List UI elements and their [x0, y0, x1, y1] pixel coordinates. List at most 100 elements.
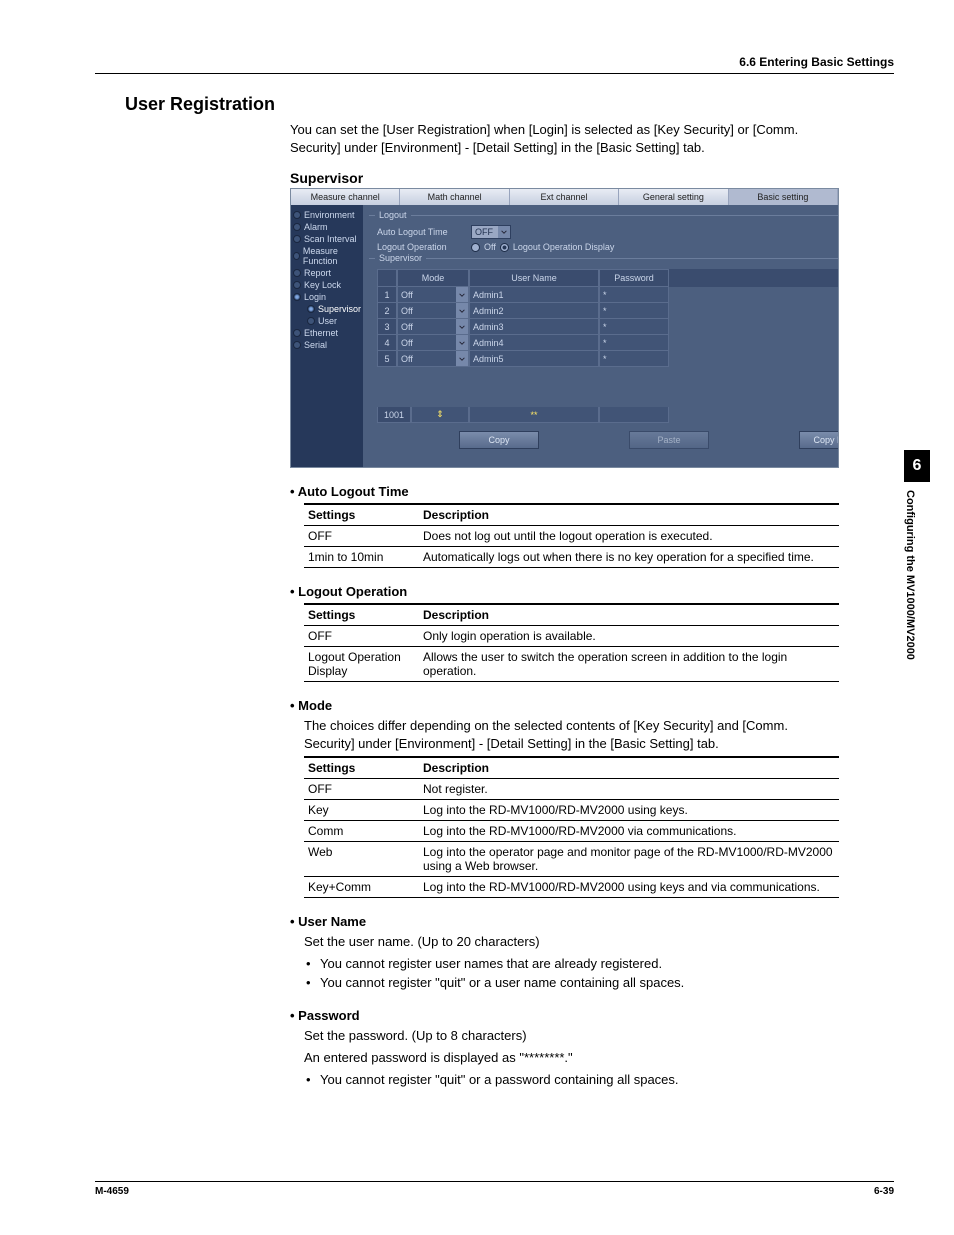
col-pass: Password: [599, 269, 669, 287]
cell: OFF: [304, 526, 419, 547]
header-section: 6.6 Entering Basic Settings: [95, 55, 894, 73]
cell-pass[interactable]: *: [599, 303, 669, 319]
chevron-down-icon: [456, 287, 468, 302]
cell-pass[interactable]: *: [599, 319, 669, 335]
cell-pass[interactable]: *: [599, 335, 669, 351]
arrows-icon[interactable]: ⇕: [411, 407, 469, 423]
radio-icon: [293, 269, 301, 277]
password-para1: Set the password. (Up to 8 characters): [304, 1027, 839, 1045]
cell: OFF: [304, 626, 419, 647]
config-tabs: Measure channelMath channelExt channelGe…: [291, 189, 838, 205]
chapter-name: Configuring the MV1000/MV2000: [904, 482, 916, 782]
th-settings: Settings: [304, 604, 419, 626]
sidebar-item[interactable]: Login: [293, 291, 361, 303]
sidebar-item[interactable]: Measure Function: [293, 245, 361, 267]
cell-mode-select[interactable]: Off: [397, 351, 469, 367]
radio-icon: [293, 281, 301, 289]
logout-op-off-text: Off: [484, 242, 496, 252]
mode-intro: The choices differ depending on the sele…: [304, 717, 839, 752]
config-tab[interactable]: Math channel: [400, 189, 509, 205]
cell-user[interactable]: Admin4: [469, 335, 599, 351]
table-row: 5OffAdmin5*: [377, 351, 839, 367]
cell-mode-select[interactable]: Off: [397, 303, 469, 319]
cell-user[interactable]: Admin2: [469, 303, 599, 319]
config-tab[interactable]: Basic setting: [729, 189, 838, 205]
cell-user[interactable]: Admin1: [469, 287, 599, 303]
config-tab[interactable]: General setting: [619, 189, 728, 205]
logout-op-radio-off[interactable]: [471, 243, 480, 252]
copy-details-button[interactable]: Copy Details: [799, 431, 839, 449]
cell-mode-select[interactable]: Off: [397, 319, 469, 335]
sidebar-item[interactable]: Scan Interval: [293, 233, 361, 245]
sidebar-item-label: Measure Function: [303, 246, 361, 266]
cell-num: 4: [377, 335, 397, 351]
chapter-number: 6: [904, 450, 930, 482]
sidebar-item-label: Environment: [304, 210, 355, 220]
password-title: Password: [290, 1008, 839, 1023]
col-mode: Mode: [397, 269, 469, 287]
logout-op-radio-display[interactable]: [500, 243, 509, 252]
list-item: You cannot register "quit" or a user nam…: [304, 974, 839, 993]
cell: Does not log out until the logout operat…: [419, 526, 839, 547]
chevron-down-icon: [456, 335, 468, 350]
radio-icon: [293, 329, 301, 337]
section-auto-logout: Auto Logout Time SettingsDescription OFF…: [290, 484, 839, 568]
logout-op-display-text: Logout Operation Display: [513, 242, 615, 252]
sidebar-item-label: Login: [304, 292, 326, 302]
bottom-row: 1001 ⇕ **: [377, 407, 839, 423]
col-user: User Name: [469, 269, 599, 287]
sidebar-item[interactable]: Ethernet: [293, 327, 361, 339]
cell-pass[interactable]: *: [599, 351, 669, 367]
copy-button[interactable]: Copy: [459, 431, 539, 449]
sidebar-item-label: Key Lock: [304, 280, 341, 290]
sidebar-item[interactable]: Supervisor: [293, 303, 361, 315]
sidebar-item[interactable]: Report: [293, 267, 361, 279]
sidebar-item[interactable]: Alarm: [293, 221, 361, 233]
cell: Log into the RD-MV1000/RD-MV2000 using k…: [419, 877, 839, 898]
cell: Logout Operation Display: [304, 647, 419, 682]
cell: Log into the operator page and monitor p…: [419, 842, 839, 877]
list-item: You cannot register user names that are …: [304, 955, 839, 974]
supervisor-rows: 1OffAdmin1*2OffAdmin2*3OffAdmin3*4OffAdm…: [377, 287, 839, 367]
password-para2: An entered password is displayed as "***…: [304, 1049, 839, 1067]
sidebar-item[interactable]: Serial: [293, 339, 361, 351]
bottom-num: 1001: [377, 407, 411, 423]
cell-mode-select[interactable]: Off: [397, 287, 469, 303]
table-row: 4OffAdmin4*: [377, 335, 839, 351]
cell: Only login operation is available.: [419, 626, 839, 647]
cell-pass[interactable]: *: [599, 287, 669, 303]
radio-icon: [293, 223, 301, 231]
sidebar-item[interactable]: Environment: [293, 209, 361, 221]
section-user-name: User Name Set the user name. (Up to 20 c…: [290, 914, 839, 992]
cell: Automatically logs out when there is no …: [419, 547, 839, 568]
footer-left: M-4659: [95, 1186, 129, 1197]
auto-logout-select[interactable]: OFF: [471, 225, 511, 239]
password-bullets: You cannot register "quit" or a password…: [304, 1071, 839, 1090]
sidebar-item[interactable]: User: [293, 315, 361, 327]
col-num: [377, 269, 397, 287]
cell-user[interactable]: Admin3: [469, 319, 599, 335]
footer: M-4659 6-39: [95, 1182, 894, 1197]
cell-num: 5: [377, 351, 397, 367]
logout-op-title: Logout Operation: [290, 584, 839, 599]
radio-icon: [307, 305, 315, 313]
config-tab[interactable]: Measure channel: [291, 189, 400, 205]
sidebar-item-label: Alarm: [304, 222, 328, 232]
cell: OFF: [304, 779, 419, 800]
config-main: Logout Auto Logout Time OFF Logout Opera…: [363, 205, 839, 467]
cell-num: 1: [377, 287, 397, 303]
supervisor-group: Supervisor Mode User Name Password 1OffA…: [369, 258, 839, 449]
cell-user[interactable]: Admin5: [469, 351, 599, 367]
bottom-pass: [599, 407, 669, 423]
section-logout-op: Logout Operation SettingsDescription OFF…: [290, 584, 839, 682]
intro-text: You can set the [User Registration] when…: [290, 121, 839, 156]
th-desc: Description: [419, 504, 839, 526]
cell-num: 3: [377, 319, 397, 335]
paste-button[interactable]: Paste: [629, 431, 709, 449]
th-desc: Description: [419, 757, 839, 779]
sidebar-item[interactable]: Key Lock: [293, 279, 361, 291]
cell-mode-select[interactable]: Off: [397, 335, 469, 351]
config-tab[interactable]: Ext channel: [510, 189, 619, 205]
table-row: 2OffAdmin2*: [377, 303, 839, 319]
logout-group-label: Logout: [375, 210, 411, 220]
